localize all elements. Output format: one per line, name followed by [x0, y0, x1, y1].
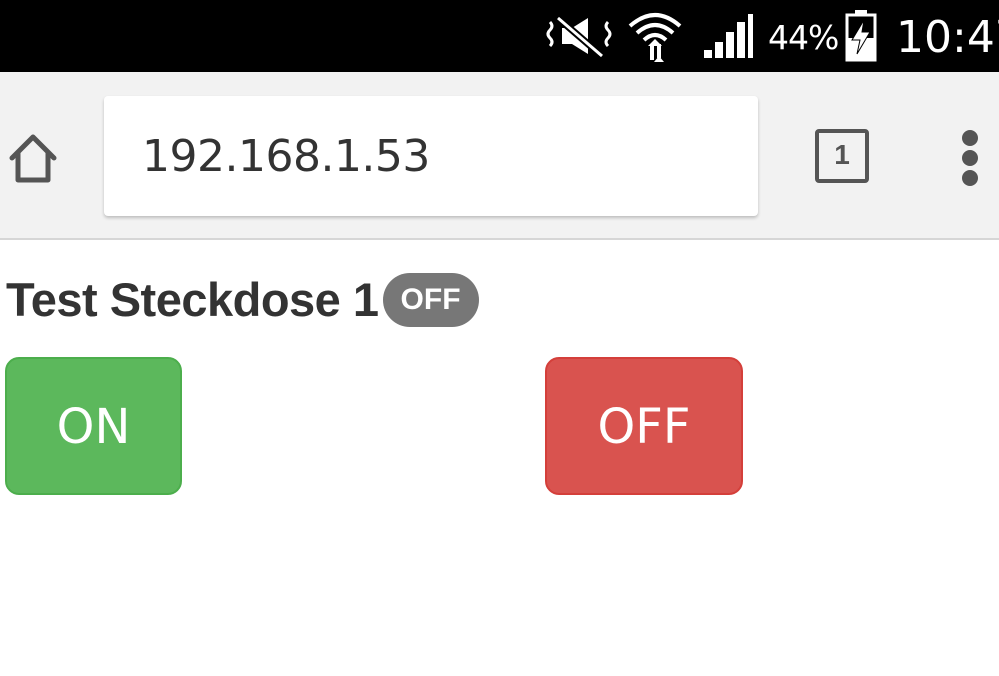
page-content: Test Steckdose 1 OFF ON OFF	[0, 242, 999, 676]
tabs-icon[interactable]: 1	[815, 129, 869, 183]
battery-percentage: 44%	[768, 18, 839, 57]
device-header: Test Steckdose 1 OFF	[6, 272, 479, 328]
on-button[interactable]: ON	[5, 357, 182, 495]
address-bar[interactable]: 192.168.1.53	[104, 96, 758, 216]
tab-count: 1	[834, 139, 850, 170]
url-text[interactable]: 192.168.1.53	[142, 132, 430, 182]
device-title: Test Steckdose 1	[6, 273, 379, 326]
clock: 10:47	[896, 12, 999, 63]
status-bar: 44% 10:47	[0, 0, 999, 72]
status-badge: OFF	[382, 273, 479, 327]
off-button[interactable]: OFF	[545, 357, 743, 495]
browser-toolbar: 192.168.1.53 1	[0, 72, 999, 240]
battery-charging-icon	[845, 10, 877, 62]
mute-icon	[546, 15, 612, 58]
menu-icon[interactable]	[954, 128, 988, 188]
signal-icon	[704, 14, 753, 58]
home-icon[interactable]	[4, 130, 62, 186]
wifi-icon	[628, 13, 682, 62]
